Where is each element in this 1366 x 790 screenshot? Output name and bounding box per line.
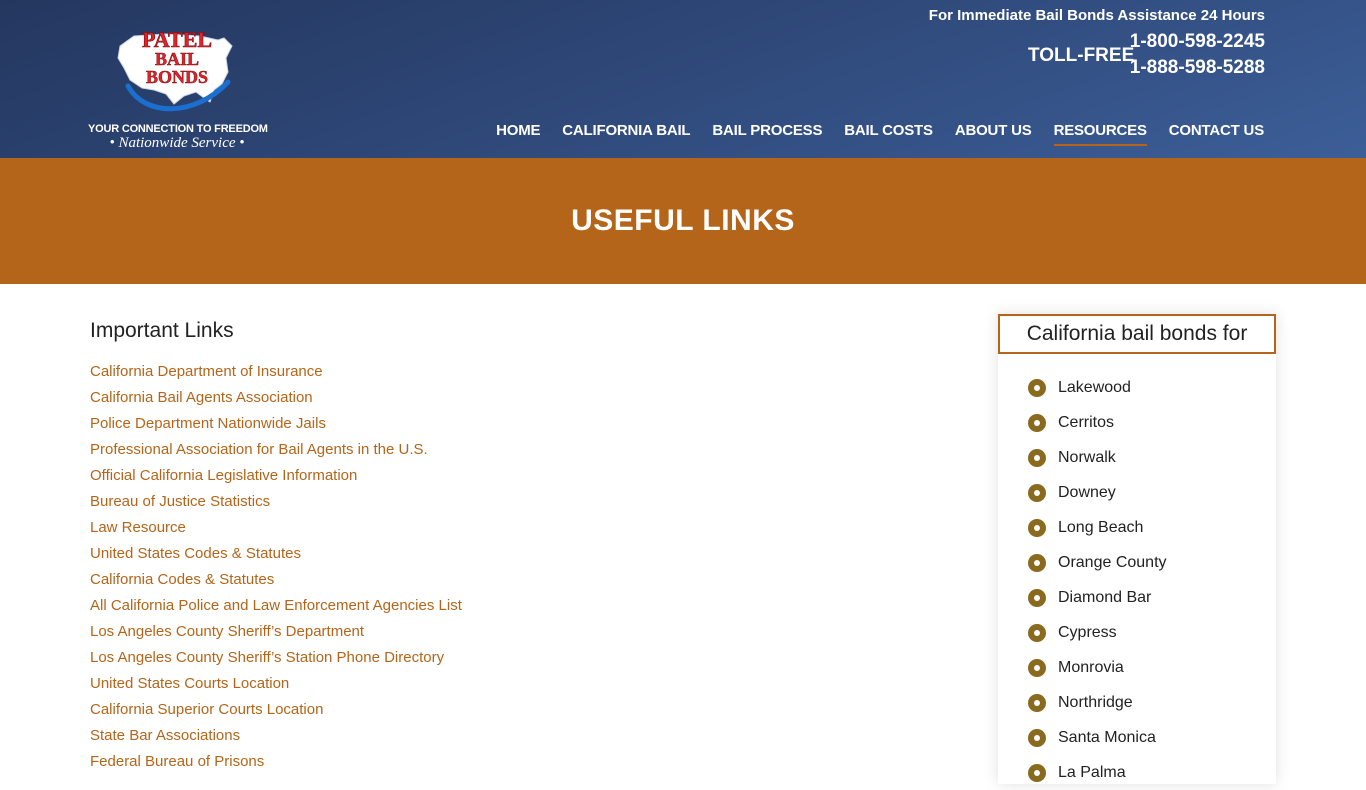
phone-link-1[interactable]: 1-800-598-2245 [1130, 31, 1265, 53]
link-us-codes-statutes[interactable]: United States Codes & Statutes [90, 545, 301, 562]
city-item[interactable]: Cerritos [1028, 405, 1276, 440]
phone-link-2[interactable]: 1-888-598-5288 [1130, 57, 1265, 79]
assistance-text: For Immediate Bail Bonds Assistance 24 H… [928, 7, 1265, 24]
list-item: Police Department Nationwide Jails [90, 411, 790, 437]
city-item[interactable]: Lakewood [1028, 370, 1276, 405]
bullet-icon [1028, 623, 1046, 642]
link-law-resource[interactable]: Law Resource [90, 519, 186, 536]
city-label[interactable]: Long Beach [1058, 519, 1143, 537]
city-item[interactable]: Norwalk [1028, 440, 1276, 475]
list-item: California Superior Courts Location [90, 697, 790, 723]
city-label[interactable]: La Palma [1058, 764, 1126, 782]
nav-bail-costs[interactable]: BAIL COSTS [844, 122, 933, 146]
city-label[interactable]: Orange County [1058, 554, 1167, 572]
link-us-courts-location[interactable]: United States Courts Location [90, 675, 289, 692]
link-police-nationwide-jails[interactable]: Police Department Nationwide Jails [90, 415, 326, 432]
bullet-icon [1028, 378, 1046, 397]
city-list: Lakewood Cerritos Norwalk Downey Long Be… [998, 354, 1276, 790]
link-ca-superior-courts[interactable]: California Superior Courts Location [90, 701, 323, 718]
city-label[interactable]: Norwalk [1058, 449, 1116, 467]
nav-resources[interactable]: RESOURCES [1053, 122, 1147, 146]
link-state-bar-associations[interactable]: State Bar Associations [90, 727, 240, 744]
list-item: California Department of Insurance [90, 359, 790, 385]
link-la-sheriff-directory[interactable]: Los Angeles County Sheriff’s Station Pho… [90, 649, 444, 666]
city-label[interactable]: Cypress [1058, 624, 1117, 642]
logo-subtagline: • Nationwide Service • [109, 135, 245, 151]
list-item: Los Angeles County Sheriff’s Station Pho… [90, 645, 790, 671]
bullet-icon [1028, 763, 1046, 782]
logo-line3: BONDS [146, 67, 208, 87]
list-item: United States Codes & Statutes [90, 541, 790, 567]
list-item: Bureau of Justice Statistics [90, 489, 790, 515]
bullet-icon [1028, 553, 1046, 572]
list-item: Law Resource [90, 515, 790, 541]
link-ca-codes-statutes[interactable]: California Codes & Statutes [90, 571, 274, 588]
main-content: Important Links California Department of… [90, 316, 790, 775]
city-item[interactable]: Northridge [1028, 685, 1276, 720]
site-logo[interactable]: PATEL BAIL BONDS YOUR CONNECTION TO FREE… [88, 24, 268, 152]
bullet-icon [1028, 693, 1046, 712]
bullet-icon [1028, 658, 1046, 677]
page-banner: USEFUL LINKS [0, 158, 1366, 284]
nav-california-bail[interactable]: CALIFORNIA BAIL [562, 122, 690, 146]
bullet-icon [1028, 448, 1046, 467]
city-item[interactable]: Cypress [1028, 615, 1276, 650]
city-label[interactable]: Northridge [1058, 694, 1133, 712]
list-item: California Codes & Statutes [90, 567, 790, 593]
logo-line2: BAIL [155, 49, 199, 69]
city-label[interactable]: Cerritos [1058, 414, 1114, 432]
usa-map-logo-icon: PATEL BAIL BONDS [117, 27, 233, 112]
city-item[interactable]: Downey [1028, 475, 1276, 510]
list-item: State Bar Associations [90, 723, 790, 749]
link-professional-bail-agents[interactable]: Professional Association for Bail Agents… [90, 441, 428, 458]
link-federal-bureau-prisons[interactable]: Federal Bureau of Prisons [90, 753, 264, 770]
tollfree-label: TOLL-FREE [1028, 45, 1135, 66]
city-item[interactable]: Long Beach [1028, 510, 1276, 545]
list-item: Los Angeles County Sheriff’s Department [90, 619, 790, 645]
bullet-icon [1028, 728, 1046, 747]
nav-home[interactable]: HOME [496, 122, 540, 146]
city-item[interactable]: Diamond Bar [1028, 580, 1276, 615]
sidebar-title: California bail bonds for [998, 314, 1276, 354]
list-item: Professional Association for Bail Agents… [90, 437, 790, 463]
city-item[interactable]: Santa Monica [1028, 720, 1276, 755]
bullet-icon [1028, 588, 1046, 607]
bullet-icon [1028, 518, 1046, 537]
list-item: Official California Legislative Informat… [90, 463, 790, 489]
link-bureau-justice-statistics[interactable]: Bureau of Justice Statistics [90, 493, 270, 510]
bullet-icon [1028, 413, 1046, 432]
main-nav: HOME CALIFORNIA BAIL BAIL PROCESS BAIL C… [496, 122, 1264, 146]
site-header: PATEL BAIL BONDS YOUR CONNECTION TO FREE… [0, 0, 1366, 158]
link-ca-police-agencies[interactable]: All California Police and Law Enforcemen… [90, 597, 462, 614]
city-label[interactable]: Downey [1058, 484, 1116, 502]
page-title: USEFUL LINKS [571, 204, 795, 237]
city-item[interactable]: Orange County [1028, 545, 1276, 580]
bullet-icon [1028, 483, 1046, 502]
nav-contact-us[interactable]: CONTACT US [1169, 122, 1264, 146]
nav-about-us[interactable]: ABOUT US [955, 122, 1032, 146]
link-la-sheriff-department[interactable]: Los Angeles County Sheriff’s Department [90, 623, 364, 640]
nav-bail-process[interactable]: BAIL PROCESS [712, 122, 822, 146]
section-heading: Important Links [90, 319, 234, 342]
list-item: United States Courts Location [90, 671, 790, 697]
link-ca-bail-agents-association[interactable]: California Bail Agents Association [90, 389, 313, 406]
link-ca-legislative-info[interactable]: Official California Legislative Informat… [90, 467, 357, 484]
link-ca-department-of-insurance[interactable]: California Department of Insurance [90, 363, 323, 380]
sidebar-widget: California bail bonds for Lakewood Cerri… [998, 314, 1276, 784]
list-item: California Bail Agents Association [90, 385, 790, 411]
city-label[interactable]: Lakewood [1058, 379, 1131, 397]
important-links-list: California Department of Insurance Calif… [90, 359, 790, 775]
list-item: All California Police and Law Enforcemen… [90, 593, 790, 619]
city-item[interactable]: Monrovia [1028, 650, 1276, 685]
city-label[interactable]: Diamond Bar [1058, 589, 1151, 607]
logo-tagline: YOUR CONNECTION TO FREEDOM [88, 123, 268, 135]
city-label[interactable]: Santa Monica [1058, 729, 1156, 747]
city-item[interactable]: La Palma [1028, 755, 1276, 790]
list-item: Federal Bureau of Prisons [90, 749, 790, 775]
city-label[interactable]: Monrovia [1058, 659, 1124, 677]
